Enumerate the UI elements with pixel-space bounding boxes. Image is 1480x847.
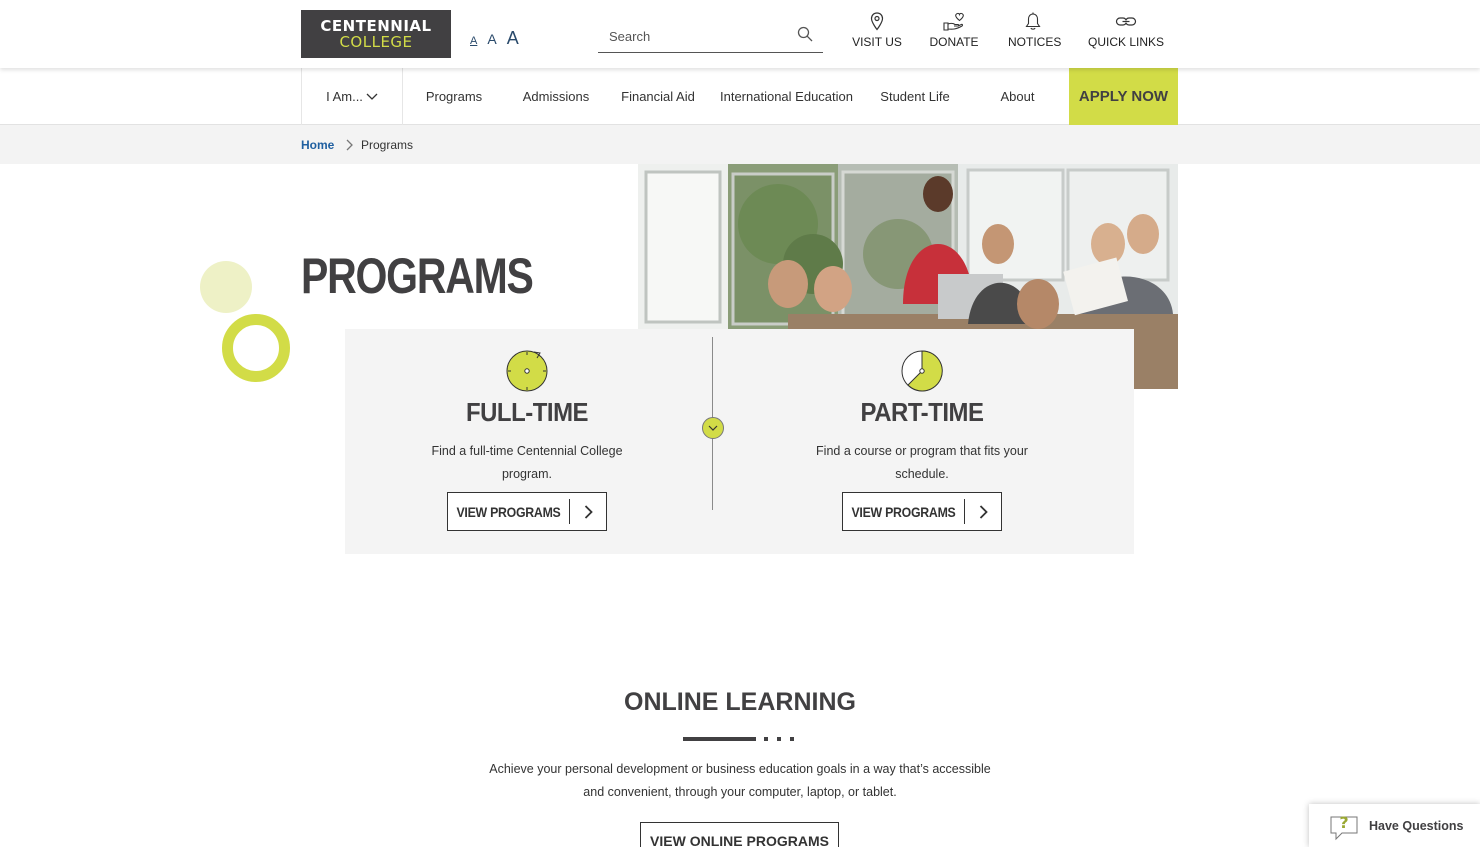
online-learning-description-line1: Achieve your personal development or bus… — [489, 762, 991, 776]
decorative-circle — [200, 261, 252, 313]
top-header: CENTENNIAL COLLEGE A A A VISIT US DONATE… — [0, 0, 1480, 68]
college-logo[interactable]: CENTENNIAL COLLEGE — [301, 10, 451, 58]
full-time-button-label: VIEW PROGRAMS — [456, 503, 561, 520]
decorative-ring — [222, 314, 290, 382]
quick-links-label: QUICK LINKS — [1087, 35, 1165, 49]
i-am-dropdown[interactable]: I Am... — [301, 68, 403, 125]
full-time-description: Find a full-time Centennial College prog… — [431, 444, 623, 481]
chevron-down-icon — [366, 93, 378, 100]
font-size-controls: A A A — [470, 28, 519, 49]
i-am-label: I Am... — [326, 89, 363, 104]
online-learning-description: Achieve your personal development or bus… — [0, 758, 1480, 804]
nav-item-admissions[interactable]: Admissions — [505, 68, 607, 125]
nav-item-programs[interactable]: Programs — [403, 68, 505, 125]
visit-us-link[interactable]: VISIT US — [852, 12, 902, 49]
donate-hand-heart-icon — [943, 12, 964, 31]
chevron-right-icon — [570, 504, 606, 519]
page-title: PROGRAMS — [301, 248, 534, 304]
part-time-button-label: VIEW PROGRAMS — [851, 503, 956, 520]
notices-label: NOTICES — [1008, 35, 1062, 49]
chevron-right-icon — [965, 504, 1001, 519]
bell-icon — [1025, 12, 1041, 30]
apply-now-button[interactable]: APPLY NOW — [1069, 68, 1178, 125]
breadcrumb: Home Programs — [0, 125, 1480, 164]
part-time-title: PART-TIME — [860, 397, 984, 427]
online-learning-description-line2: and convenient, through your computer, l… — [583, 785, 897, 799]
svg-text:?: ? — [1339, 813, 1348, 832]
donate-label: DONATE — [929, 35, 979, 49]
full-time-section: FULL-TIME Find a full-time Centennial Co… — [377, 329, 677, 531]
view-online-programs-button[interactable]: VIEW ONLINE PROGRAMS — [640, 822, 839, 847]
font-size-medium-button[interactable]: A — [487, 31, 496, 47]
title-dots — [764, 737, 794, 741]
quick-links-link[interactable]: QUICK LINKS — [1087, 12, 1165, 49]
chevron-right-icon — [345, 138, 353, 156]
logo-line2: COLLEGE — [339, 33, 413, 51]
search-input[interactable] — [598, 22, 788, 50]
visit-us-label: VISIT US — [852, 35, 902, 49]
nav-item-student-life[interactable]: Student Life — [864, 68, 966, 125]
nav-item-international-education[interactable]: International Education — [709, 68, 864, 125]
map-pin-icon — [870, 12, 884, 31]
title-underline — [683, 737, 756, 741]
have-questions-label: Have Questions — [1369, 818, 1464, 833]
chevron-down-icon — [702, 417, 724, 439]
link-icon — [1115, 17, 1137, 26]
partial-clock-icon — [901, 350, 943, 392]
breadcrumb-home-link[interactable]: Home — [301, 138, 334, 152]
full-time-title: FULL-TIME — [465, 397, 589, 427]
full-time-view-programs-button[interactable]: VIEW PROGRAMS — [447, 492, 607, 531]
part-time-view-programs-button[interactable]: VIEW PROGRAMS — [842, 492, 1002, 531]
font-size-large-button[interactable]: A — [507, 28, 519, 49]
main-navigation: I Am... Programs Admissions Financial Ai… — [0, 68, 1480, 125]
font-size-small-button[interactable]: A — [470, 35, 477, 47]
question-chat-icon: ? — [1330, 813, 1358, 840]
nav-item-about[interactable]: About — [966, 68, 1069, 125]
have-questions-widget[interactable]: ? Have Questions — [1309, 804, 1480, 847]
search-icon[interactable] — [797, 26, 813, 47]
part-time-description: Find a course or program that fits your … — [816, 444, 1028, 481]
full-clock-icon — [506, 350, 548, 392]
program-type-card: FULL-TIME Find a full-time Centennial Co… — [345, 329, 1134, 554]
breadcrumb-current: Programs — [361, 138, 414, 152]
part-time-section: PART-TIME Find a course or program that … — [772, 329, 1072, 531]
search-box — [598, 22, 823, 53]
online-learning-title: ONLINE LEARNING — [624, 688, 856, 716]
donate-link[interactable]: DONATE — [926, 12, 982, 49]
logo-line1: CENTENNIAL — [320, 17, 432, 35]
nav-item-financial-aid[interactable]: Financial Aid — [607, 68, 709, 125]
notices-link[interactable]: NOTICES — [1008, 12, 1062, 49]
